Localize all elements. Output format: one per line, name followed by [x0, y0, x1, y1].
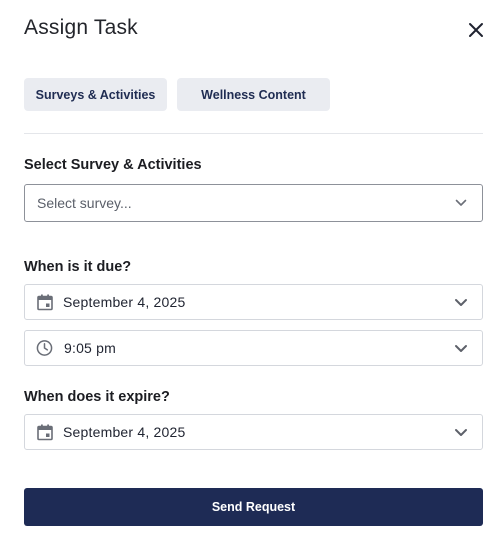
send-request-button[interactable]: Send Request — [24, 488, 483, 526]
due-time-field[interactable]: 9:05 pm — [24, 330, 483, 366]
survey-placeholder: Select survey... — [37, 195, 132, 211]
due-date-value: September 4, 2025 — [63, 294, 186, 310]
dialog-title: Assign Task — [24, 16, 138, 39]
due-label: When is it due? — [24, 259, 132, 275]
tabs-divider — [24, 133, 483, 134]
close-icon — [469, 23, 483, 37]
due-time-value: 9:05 pm — [64, 340, 116, 356]
chevron-down-icon — [454, 427, 468, 437]
expire-label: When does it expire? — [24, 389, 170, 405]
tab-wellness-content[interactable]: Wellness Content — [177, 78, 330, 111]
chevron-down-icon — [454, 198, 468, 208]
chevron-down-icon — [454, 297, 468, 307]
clock-icon — [36, 340, 53, 357]
close-button[interactable] — [466, 20, 486, 40]
tab-label: Surveys & Activities — [35, 87, 156, 102]
send-request-label: Send Request — [211, 500, 296, 514]
survey-label: Select Survey & Activities — [24, 157, 202, 173]
calendar-icon — [36, 294, 53, 311]
expire-date-field[interactable]: September 4, 2025 — [24, 414, 483, 450]
calendar-icon — [36, 424, 53, 441]
survey-select[interactable]: Select survey... — [24, 184, 483, 222]
chevron-down-icon — [454, 343, 468, 353]
expire-date-value: September 4, 2025 — [63, 424, 186, 440]
tab-label: Wellness Content — [201, 87, 306, 102]
due-date-field[interactable]: September 4, 2025 — [24, 284, 483, 320]
tab-surveys-activities[interactable]: Surveys & Activities — [24, 78, 167, 111]
